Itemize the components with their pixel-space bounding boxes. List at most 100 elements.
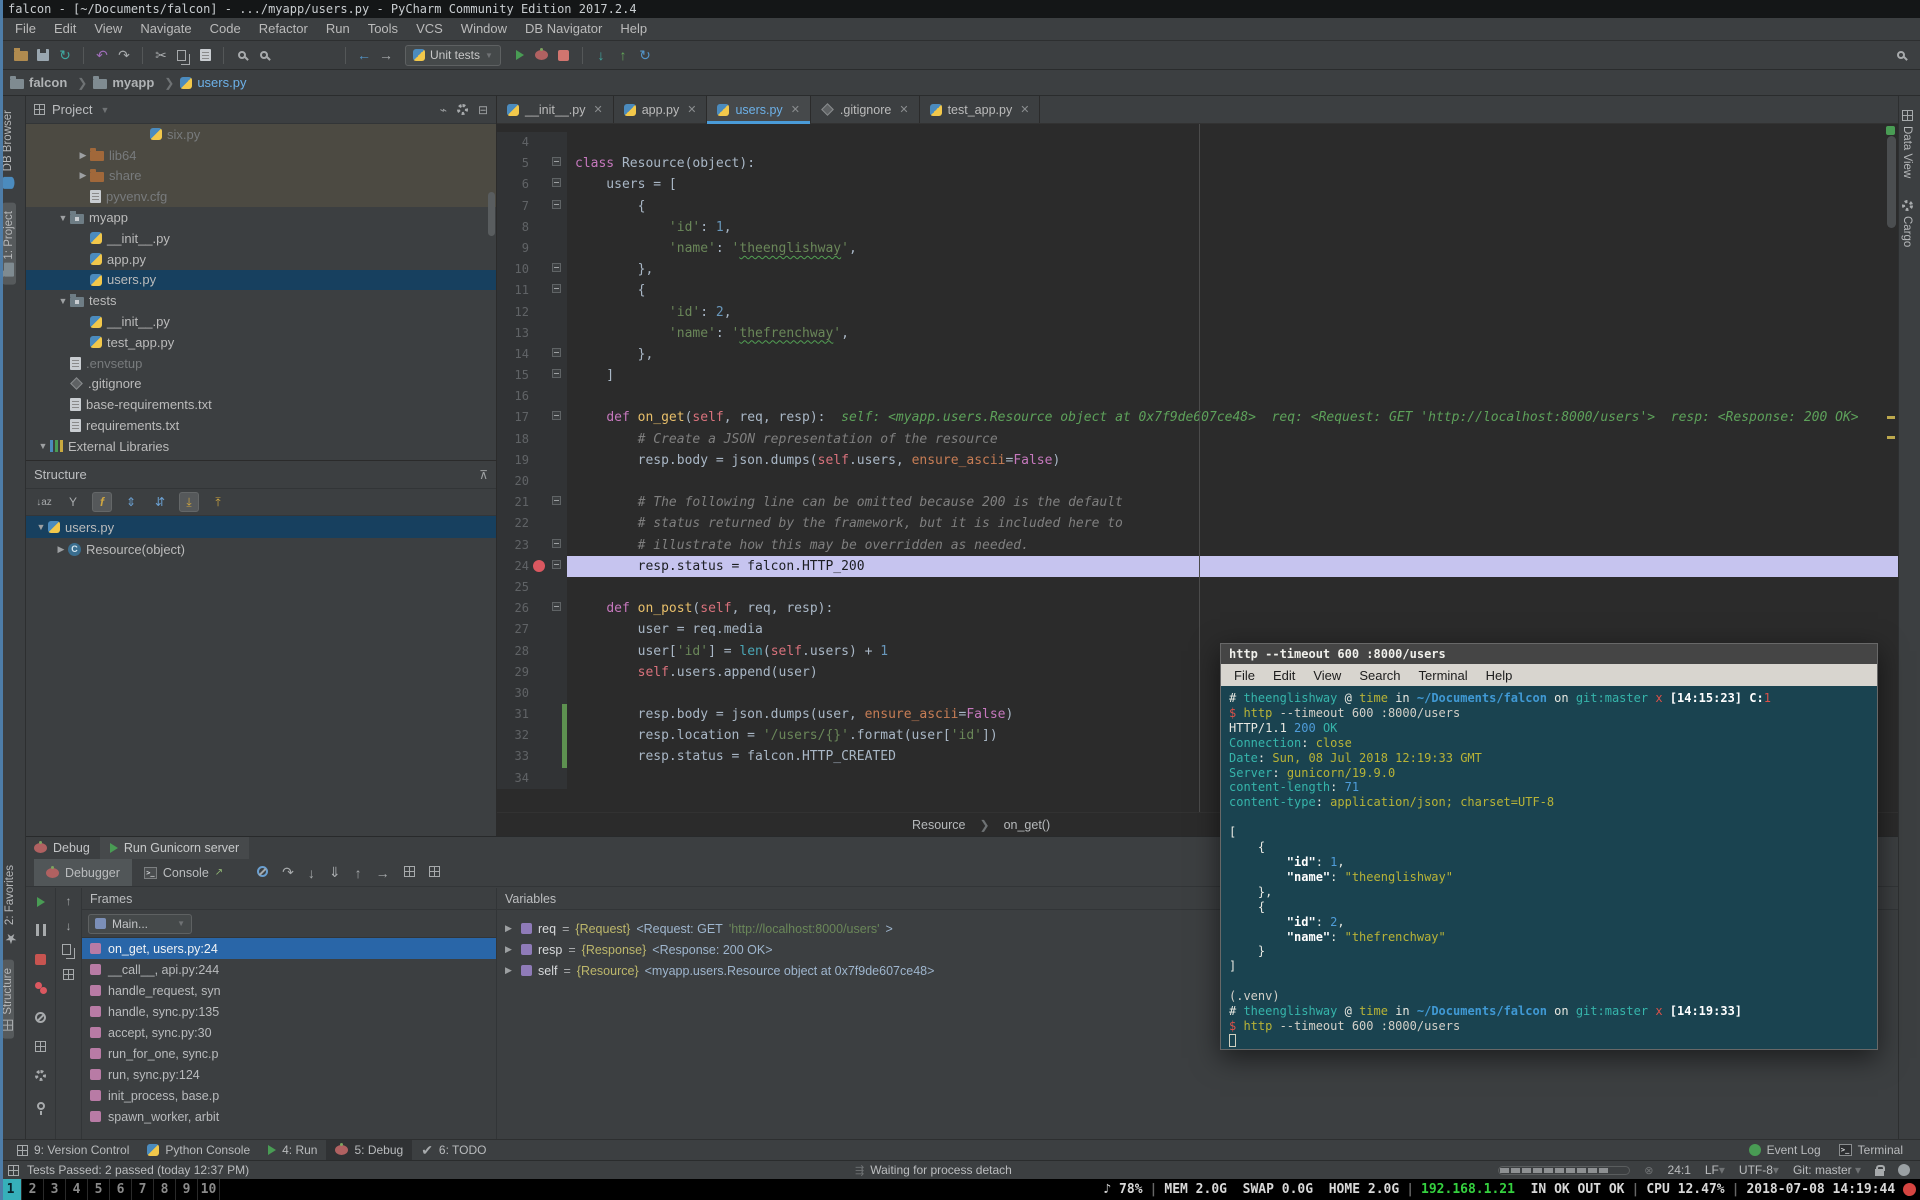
- tree-item-share[interactable]: ▶share: [26, 166, 496, 187]
- fold-marker-icon[interactable]: [552, 263, 561, 272]
- debug-tab-console[interactable]: >_Console↗: [132, 859, 235, 886]
- tree-item--init-py[interactable]: __init__.py: [26, 311, 496, 332]
- tree-item-lib64[interactable]: ▶lib64: [26, 145, 496, 166]
- sort-alpha-button[interactable]: ↓az: [34, 492, 54, 512]
- toolwindow-button-5-debug[interactable]: 5: Debug: [326, 1140, 412, 1161]
- expand-icon[interactable]: ▶: [505, 923, 515, 934]
- project-view-dropdown-icon[interactable]: ▼: [100, 105, 109, 115]
- breadcrumb-item-myapp[interactable]: myapp: [93, 75, 154, 90]
- forward-button[interactable]: →: [375, 44, 397, 66]
- stripe-2-favorites[interactable]: ★2: Favorites: [2, 857, 18, 954]
- frame-handle-request[interactable]: handle_request, syn: [82, 980, 496, 1001]
- tree-item-requirements-txt[interactable]: requirements.txt: [26, 415, 496, 436]
- tree-arrow-icon[interactable]: ▶: [76, 170, 90, 181]
- tab-close-icon[interactable]: ✕: [791, 103, 800, 116]
- menu-view[interactable]: View: [85, 18, 131, 40]
- terminal-menu-view[interactable]: View: [1304, 668, 1350, 683]
- stripe-structure[interactable]: Structure: [2, 960, 14, 1039]
- resume-button[interactable]: [37, 894, 45, 912]
- stripe-data-view[interactable]: Data View: [1901, 102, 1913, 186]
- frame-run[interactable]: run, sync.py:124: [82, 1064, 496, 1085]
- workspace-8[interactable]: 8: [154, 1179, 176, 1200]
- stop-process-icon[interactable]: ⊗: [1644, 1164, 1653, 1177]
- stripe-cargo[interactable]: Cargo: [1901, 192, 1913, 255]
- back-button[interactable]: ←: [353, 44, 375, 66]
- terminal-menu-terminal[interactable]: Terminal: [1410, 668, 1477, 683]
- paste-button[interactable]: [194, 44, 216, 66]
- hector-icon[interactable]: [1898, 1164, 1910, 1176]
- tree-arrow-icon[interactable]: ▼: [34, 522, 48, 532]
- toolwindow-button-4-run[interactable]: 4: Run: [259, 1140, 326, 1161]
- tab-close-icon[interactable]: ✕: [1020, 103, 1029, 116]
- expand-icon[interactable]: ▶: [505, 965, 515, 976]
- frame-on-get[interactable]: on_get, users.py:24: [82, 938, 496, 959]
- autoscroll-from-source-button[interactable]: ⤒: [208, 492, 228, 512]
- workspace-2[interactable]: 2: [22, 1179, 44, 1200]
- editor-breadcrumb-item[interactable]: on_get(): [1004, 818, 1051, 832]
- workspace-4[interactable]: 4: [66, 1179, 88, 1200]
- restore-layout-button[interactable]: [35, 1039, 46, 1057]
- tab-close-icon[interactable]: ✕: [899, 103, 908, 116]
- debug-session-tab[interactable]: Run Gunicorn server: [100, 837, 249, 859]
- pomodoro-icon[interactable]: [1903, 1183, 1916, 1196]
- run-configuration-combo[interactable]: Unit tests▼: [405, 45, 501, 66]
- tree-arrow-icon[interactable]: ▼: [56, 213, 70, 223]
- fold-marker-icon[interactable]: [552, 284, 561, 293]
- caret-position[interactable]: 24:1: [1668, 1163, 1691, 1177]
- terminal-title[interactable]: http --timeout 600 :8000/users: [1221, 644, 1877, 664]
- step-out-button[interactable]: ↑: [355, 865, 362, 881]
- editor-breadcrumb-item[interactable]: Resource: [912, 818, 966, 832]
- tab--gitignore[interactable]: .gitignore✕: [811, 96, 920, 123]
- vcs-commit-button[interactable]: ↑: [612, 44, 634, 66]
- next-frame-button[interactable]: ↓: [66, 919, 72, 933]
- workspace-7[interactable]: 7: [132, 1179, 154, 1200]
- menu-vcs[interactable]: VCS: [407, 18, 452, 40]
- tab--init-py[interactable]: __init__.py✕: [497, 96, 614, 123]
- fold-marker-icon[interactable]: [552, 411, 561, 420]
- expand-all-button[interactable]: ⇕: [121, 492, 141, 512]
- tree-item-external-libraries[interactable]: ▼External Libraries: [26, 436, 496, 457]
- thread-selector[interactable]: Main... ▼: [88, 914, 192, 934]
- error-stripe-mark[interactable]: [1887, 416, 1895, 419]
- structure-item-resource-object-[interactable]: ▶CResource(object): [26, 538, 496, 560]
- menu-db-navigator[interactable]: DB Navigator: [516, 18, 611, 40]
- breadcrumb-item-falcon[interactable]: falcon: [10, 75, 67, 90]
- encoding-selector[interactable]: UTF-8▾: [1739, 1163, 1779, 1177]
- pin-button[interactable]: [37, 1097, 45, 1115]
- menu-refactor[interactable]: Refactor: [250, 18, 317, 40]
- view-as-grid-button[interactable]: [429, 865, 440, 880]
- frame--call-[interactable]: __call__, api.py:244: [82, 959, 496, 980]
- open-project-button[interactable]: [10, 44, 32, 66]
- debug-tab-debugger[interactable]: Debugger: [34, 859, 132, 886]
- workspace-9[interactable]: 9: [176, 1179, 198, 1200]
- frame-init-process[interactable]: init_process, base.p: [82, 1085, 496, 1106]
- search-everywhere-button[interactable]: [1890, 44, 1912, 66]
- collapse-all-button[interactable]: ⇵: [150, 492, 170, 512]
- menu-file[interactable]: File: [6, 18, 45, 40]
- run-button[interactable]: [509, 44, 531, 66]
- inspection-status-icon[interactable]: [1886, 126, 1895, 135]
- step-into-button[interactable]: ↓: [308, 865, 315, 881]
- redo-button[interactable]: ↷: [113, 44, 135, 66]
- tree-arrow-icon[interactable]: ▼: [36, 441, 50, 451]
- menu-window[interactable]: Window: [452, 18, 516, 40]
- toolwindow-toggle-icon[interactable]: [8, 1165, 19, 1176]
- tree-arrow-icon[interactable]: ▶: [76, 150, 90, 161]
- copy-button[interactable]: [172, 44, 194, 66]
- toolwindow-button-9-version-control[interactable]: 9: Version Control: [8, 1140, 138, 1161]
- debug-button[interactable]: [531, 44, 553, 66]
- toolwindow-button-event-log[interactable]: Event Log: [1740, 1140, 1830, 1161]
- tree-item-pyvenv-cfg[interactable]: pyvenv.cfg: [26, 186, 496, 207]
- hide-libraries-button[interactable]: [63, 969, 74, 983]
- replace-button[interactable]: [253, 44, 275, 66]
- show-execution-point-button[interactable]: [257, 865, 268, 880]
- show-fields-button[interactable]: f: [92, 492, 112, 512]
- settings-button[interactable]: [35, 1068, 46, 1086]
- expand-icon[interactable]: ▶: [505, 944, 515, 955]
- vcs-changes-button[interactable]: ↻: [634, 44, 656, 66]
- tree-item-users-py[interactable]: users.py: [26, 270, 496, 291]
- tree-item--envsetup[interactable]: .envsetup: [26, 353, 496, 374]
- tree-item-base-requirements-txt[interactable]: base-requirements.txt: [26, 394, 496, 415]
- synchronize-button[interactable]: ↻: [54, 44, 76, 66]
- tree-item-test-app-py[interactable]: test_app.py: [26, 332, 496, 353]
